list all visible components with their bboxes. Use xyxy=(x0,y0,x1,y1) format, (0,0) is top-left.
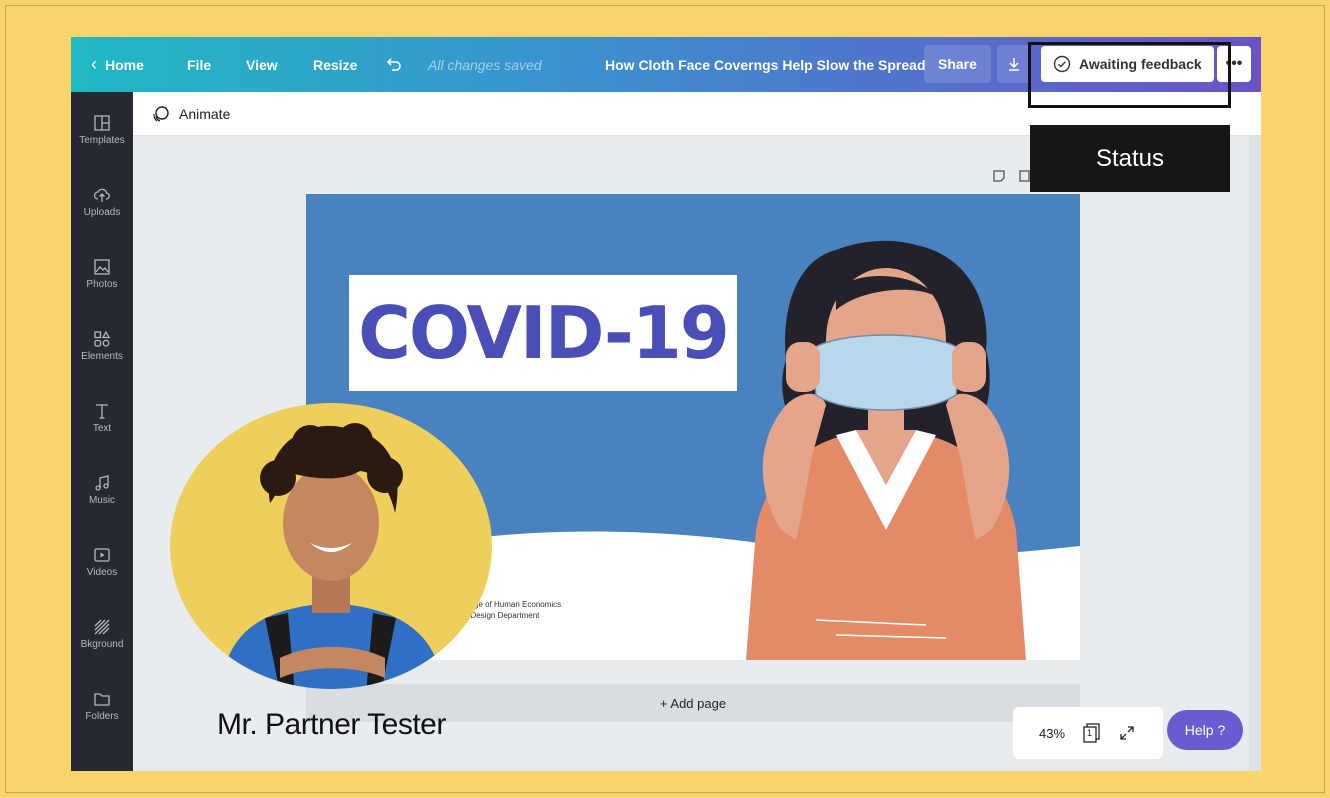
chevron-left-icon: ‹ xyxy=(91,54,97,74)
sidebar-item-text[interactable]: Text xyxy=(71,388,133,448)
masked-woman-illustration xyxy=(746,240,1026,660)
page-count-button[interactable]: 1 xyxy=(1083,723,1101,743)
download-button[interactable] xyxy=(997,45,1031,83)
left-sidebar: Templates Uploads Photos Elements Text M… xyxy=(71,92,133,771)
page-number: 1 xyxy=(1087,728,1093,738)
sidebar-item-templates[interactable]: Templates xyxy=(71,100,133,160)
tester-name: Mr. Partner Tester xyxy=(217,708,446,741)
text-icon xyxy=(96,404,108,419)
videos-icon xyxy=(94,548,110,562)
home-label: Home xyxy=(105,56,144,73)
tester-photo xyxy=(170,403,492,689)
undo-icon xyxy=(386,57,401,71)
fullscreen-icon[interactable] xyxy=(1119,725,1135,741)
covid-heading: COVID-19 xyxy=(358,291,730,375)
sidebar-item-label: Templates xyxy=(79,135,125,146)
sidebar-item-label: Music xyxy=(88,495,116,506)
background-icon xyxy=(94,619,110,635)
sidebar-item-uploads[interactable]: Uploads xyxy=(71,172,133,232)
view-menu[interactable]: View xyxy=(246,37,278,92)
animate-icon xyxy=(153,105,169,122)
vertical-scrollbar[interactable] xyxy=(1249,136,1261,771)
uploads-icon xyxy=(93,188,110,202)
sidebar-item-label: Elements xyxy=(81,351,123,362)
animate-button[interactable]: Animate xyxy=(151,104,230,124)
sidebar-item-label: Videos xyxy=(86,567,118,578)
sidebar-item-label: Folders xyxy=(85,711,119,722)
folders-icon xyxy=(94,693,110,706)
page-actions xyxy=(991,168,1033,184)
save-status: All changes saved xyxy=(428,56,542,73)
zoom-level[interactable]: 43% xyxy=(1039,726,1065,741)
sidebar-item-label: Text xyxy=(92,423,112,434)
zoom-controls: 43% 1 xyxy=(1013,707,1163,759)
templates-icon xyxy=(94,115,110,131)
help-button[interactable]: Help ? xyxy=(1167,710,1243,750)
share-button[interactable]: Share xyxy=(924,45,991,83)
note-icon[interactable] xyxy=(991,168,1007,184)
sidebar-item-photos[interactable]: Photos xyxy=(71,244,133,304)
home-button[interactable]: ‹ Home xyxy=(91,37,144,92)
tester-avatar xyxy=(170,403,492,689)
sidebar-item-label: Uploads xyxy=(83,207,121,218)
music-icon xyxy=(95,475,109,491)
status-highlight-box xyxy=(1028,42,1231,108)
undo-button[interactable] xyxy=(385,37,403,92)
sidebar-item-elements[interactable]: Elements xyxy=(71,316,133,376)
resize-menu[interactable]: Resize xyxy=(313,37,357,92)
status-callout-label: Status xyxy=(1030,125,1230,192)
sidebar-item-folders[interactable]: Folders xyxy=(71,676,133,736)
animate-label: Animate xyxy=(179,105,231,122)
document-title[interactable]: How Cloth Face Coverngs Help Slow the Sp… xyxy=(605,37,926,92)
sidebar-item-videos[interactable]: Videos xyxy=(71,532,133,592)
file-menu[interactable]: File xyxy=(187,37,211,92)
sidebar-item-label: Photos xyxy=(86,279,118,290)
covid-title-box[interactable]: COVID-19 xyxy=(349,275,737,391)
elements-icon xyxy=(94,330,111,347)
sidebar-item-background[interactable]: Bkground xyxy=(71,604,133,664)
sidebar-item-music[interactable]: Music xyxy=(71,460,133,520)
photos-icon xyxy=(94,259,110,275)
download-icon xyxy=(1009,58,1019,71)
sidebar-item-label: Bkground xyxy=(80,639,124,650)
